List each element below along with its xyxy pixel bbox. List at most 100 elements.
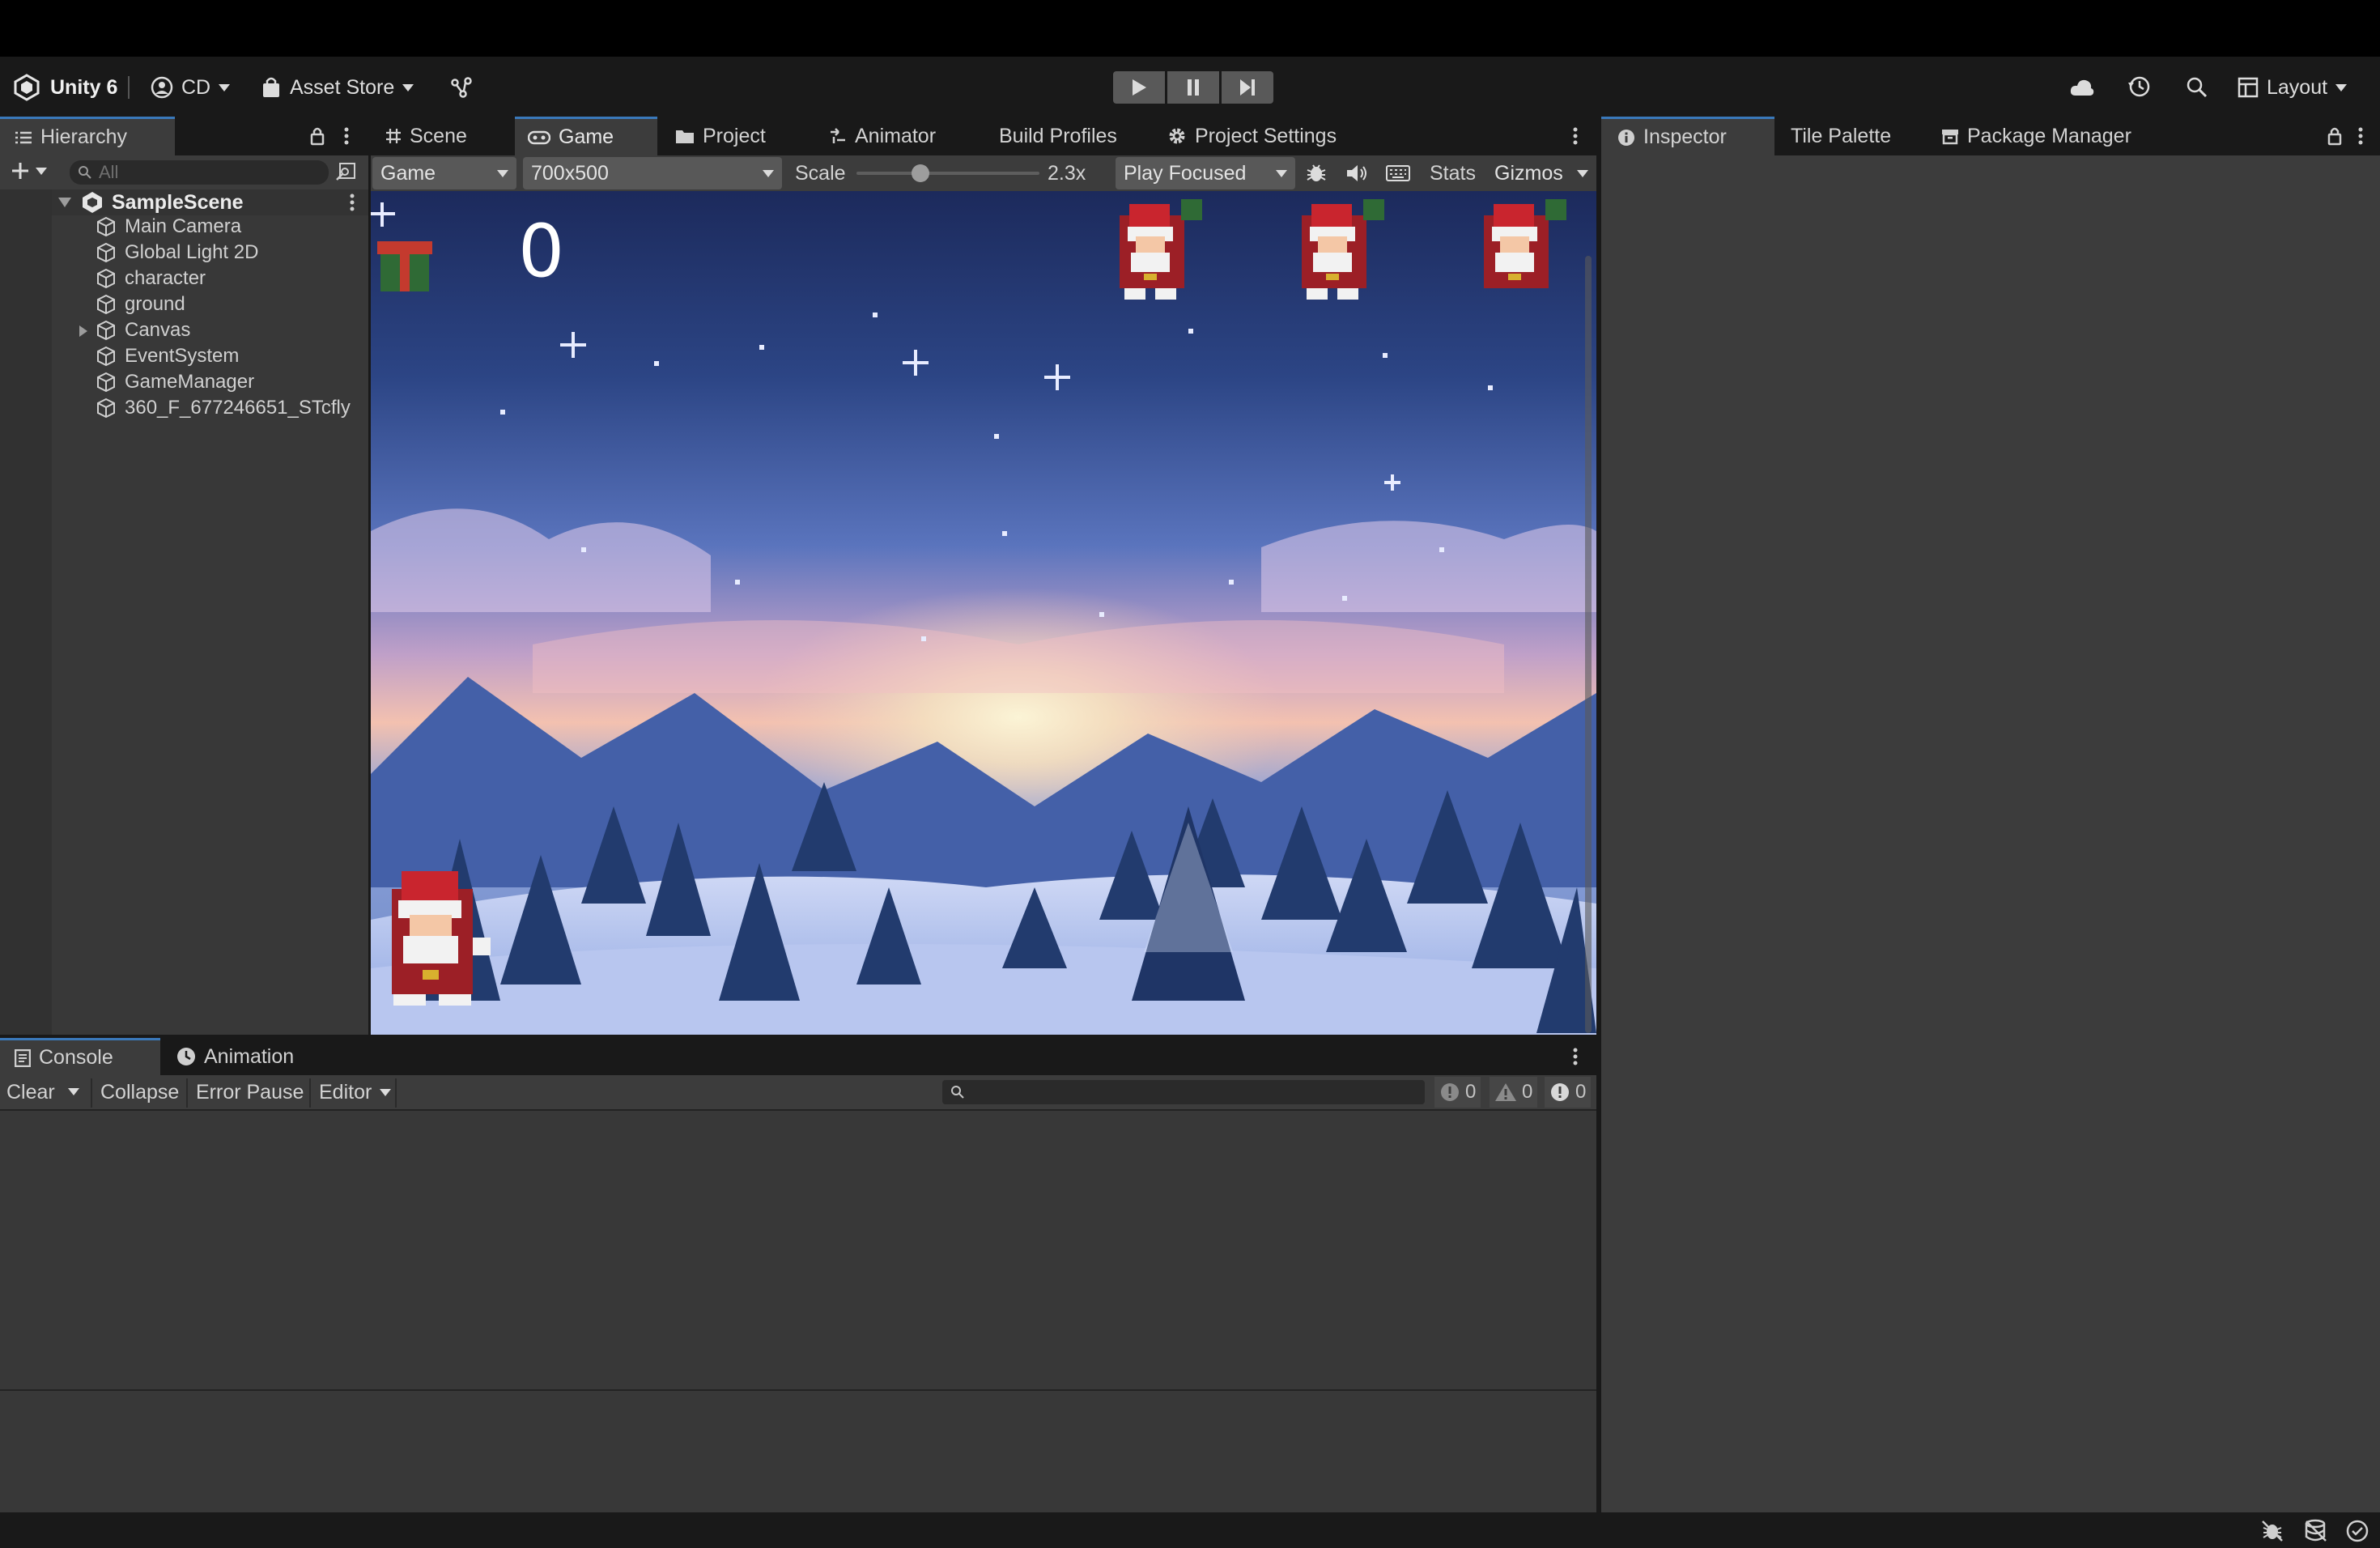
- resolution-dropdown[interactable]: 700x500: [523, 157, 782, 189]
- clear-options-dropdown[interactable]: [68, 1088, 79, 1095]
- console-search-input[interactable]: [942, 1080, 1425, 1104]
- kebab-menu-icon[interactable]: [1572, 126, 1579, 146]
- game-scene-render: [371, 191, 1596, 1035]
- tab-tile-palette[interactable]: Tile Palette: [1791, 117, 1891, 155]
- create-button[interactable]: [10, 160, 47, 181]
- tab-animation[interactable]: Animation: [176, 1038, 294, 1075]
- tab-hierarchy[interactable]: Hierarchy: [0, 117, 175, 155]
- lock-icon[interactable]: [2327, 126, 2343, 146]
- hierarchy-item-label: Canvas: [125, 319, 191, 341]
- unity-menu-button[interactable]: Unity 6: [13, 71, 117, 104]
- hierarchy-search-input[interactable]: All: [70, 160, 329, 185]
- account-icon: [151, 76, 173, 99]
- history-icon[interactable]: [2127, 74, 2152, 99]
- hierarchy-item[interactable]: 360_F_677246651_STcfly: [96, 395, 368, 421]
- error-count: 0: [1575, 1081, 1587, 1103]
- console-log-area[interactable]: [0, 1111, 1596, 1389]
- hierarchy-item[interactable]: Canvas: [96, 317, 190, 343]
- stats-button[interactable]: Stats: [1423, 158, 1482, 189]
- account-dropdown[interactable]: CD: [151, 71, 231, 104]
- tab-animator[interactable]: Animator: [829, 117, 936, 155]
- clear-button[interactable]: Clear: [0, 1077, 62, 1108]
- gizmos-dropdown[interactable]: Gizmos: [1486, 157, 1596, 189]
- hierarchy-item[interactable]: ground: [96, 291, 185, 317]
- inspector-tab-bar: Inspector Tile Palette Package Manager: [1601, 117, 2380, 155]
- search-icon[interactable]: [2186, 76, 2208, 99]
- expand-arrow-icon[interactable]: [57, 196, 73, 209]
- error-pause-button[interactable]: Error Pause: [189, 1077, 311, 1108]
- bug-icon[interactable]: [1305, 162, 1328, 185]
- grid-icon: [386, 129, 401, 143]
- display-label: Game: [380, 161, 436, 185]
- error-count-toggle[interactable]: 0: [1545, 1077, 1592, 1108]
- layout-dropdown[interactable]: Layout: [2238, 71, 2348, 104]
- kebab-menu-icon[interactable]: [343, 126, 350, 146]
- game-view-scrollbar[interactable]: [1585, 256, 1592, 1033]
- gameobject-icon: [97, 242, 115, 263]
- tab-label: Console: [39, 1046, 113, 1069]
- scale-value: 2.3x: [1048, 162, 1086, 185]
- gameobject-icon: [97, 346, 115, 367]
- scale-slider-thumb[interactable]: [912, 164, 930, 182]
- tab-label: Animation: [204, 1044, 295, 1068]
- hierarchy-item[interactable]: GameManager: [96, 369, 254, 395]
- game-toolbar: Game 700x500 Scale 2.3x Play Focused Sta…: [371, 155, 1596, 191]
- info-log-icon: [1441, 1083, 1459, 1101]
- warning-count-toggle[interactable]: 0: [1490, 1077, 1538, 1108]
- collapse-label: Collapse: [100, 1080, 180, 1104]
- gear-icon: [1169, 128, 1185, 144]
- check-circle-icon[interactable]: [2346, 1520, 2369, 1542]
- pause-icon: [1188, 79, 1199, 96]
- debug-mode-icon[interactable]: [2260, 1519, 2284, 1543]
- cloud-icon[interactable]: [2069, 76, 2095, 99]
- play-button[interactable]: [1113, 71, 1165, 104]
- scene-row[interactable]: SampleScene: [52, 189, 368, 215]
- hierarchy-item[interactable]: character: [96, 266, 206, 291]
- tab-package-manager[interactable]: Package Manager: [1941, 117, 2131, 155]
- tab-project-settings[interactable]: Project Settings: [1167, 117, 1337, 155]
- folder-icon: [676, 130, 694, 143]
- game-view[interactable]: 0: [371, 191, 1596, 1035]
- toolbar-divider: [186, 1078, 188, 1108]
- kebab-menu-icon[interactable]: [2357, 126, 2364, 146]
- tab-project[interactable]: Project: [675, 117, 766, 155]
- hierarchy-item[interactable]: Global Light 2D: [96, 240, 258, 266]
- clock-icon: [177, 1048, 195, 1065]
- log-count-toggle[interactable]: 0: [1434, 1077, 1481, 1108]
- chevron-down-icon: [36, 167, 47, 175]
- kebab-menu-icon[interactable]: [1572, 1047, 1579, 1066]
- tab-build-profiles[interactable]: Build Profiles: [999, 117, 1117, 155]
- mute-audio-icon[interactable]: [1345, 164, 1368, 183]
- asset-store-dropdown[interactable]: Asset Store: [261, 71, 414, 104]
- hierarchy-gutter: [0, 189, 52, 1035]
- gameobject-icon: [97, 294, 115, 315]
- gameobject-icon: [97, 320, 115, 341]
- kebab-menu-icon[interactable]: [349, 193, 355, 212]
- pause-button[interactable]: [1167, 71, 1219, 104]
- expand-arrow-icon[interactable]: [78, 324, 89, 338]
- cache-server-icon[interactable]: [2304, 1519, 2328, 1543]
- gameobject-icon: [97, 216, 115, 237]
- lock-icon[interactable]: [309, 126, 325, 146]
- tab-label: Game: [559, 125, 614, 148]
- tab-inspector[interactable]: Inspector: [1601, 117, 1774, 155]
- scale-label: Scale: [795, 162, 846, 185]
- tab-game[interactable]: Game: [515, 117, 657, 155]
- console-icon: [15, 1048, 31, 1067]
- play-mode-label: Play Focused: [1124, 161, 1247, 185]
- hierarchy-item[interactable]: Main Camera: [96, 214, 241, 240]
- version-control-icon[interactable]: [450, 76, 473, 99]
- tab-label: Animator: [855, 124, 937, 147]
- keyboard-icon[interactable]: [1386, 164, 1410, 183]
- display-dropdown[interactable]: Game: [372, 157, 516, 189]
- tab-scene[interactable]: Scene: [385, 117, 467, 155]
- collapse-button[interactable]: Collapse: [94, 1077, 186, 1108]
- scale-slider[interactable]: [856, 164, 1039, 182]
- main-toolbar: Unity 6 CD Asset Store Layout: [0, 57, 2380, 117]
- hierarchy-item[interactable]: EventSystem: [96, 343, 239, 369]
- editor-dropdown[interactable]: Editor: [312, 1077, 398, 1108]
- search-by-type-icon[interactable]: [335, 162, 356, 183]
- play-mode-dropdown[interactable]: Play Focused: [1116, 157, 1295, 189]
- step-button[interactable]: [1222, 71, 1273, 104]
- tab-console[interactable]: Console: [0, 1038, 160, 1075]
